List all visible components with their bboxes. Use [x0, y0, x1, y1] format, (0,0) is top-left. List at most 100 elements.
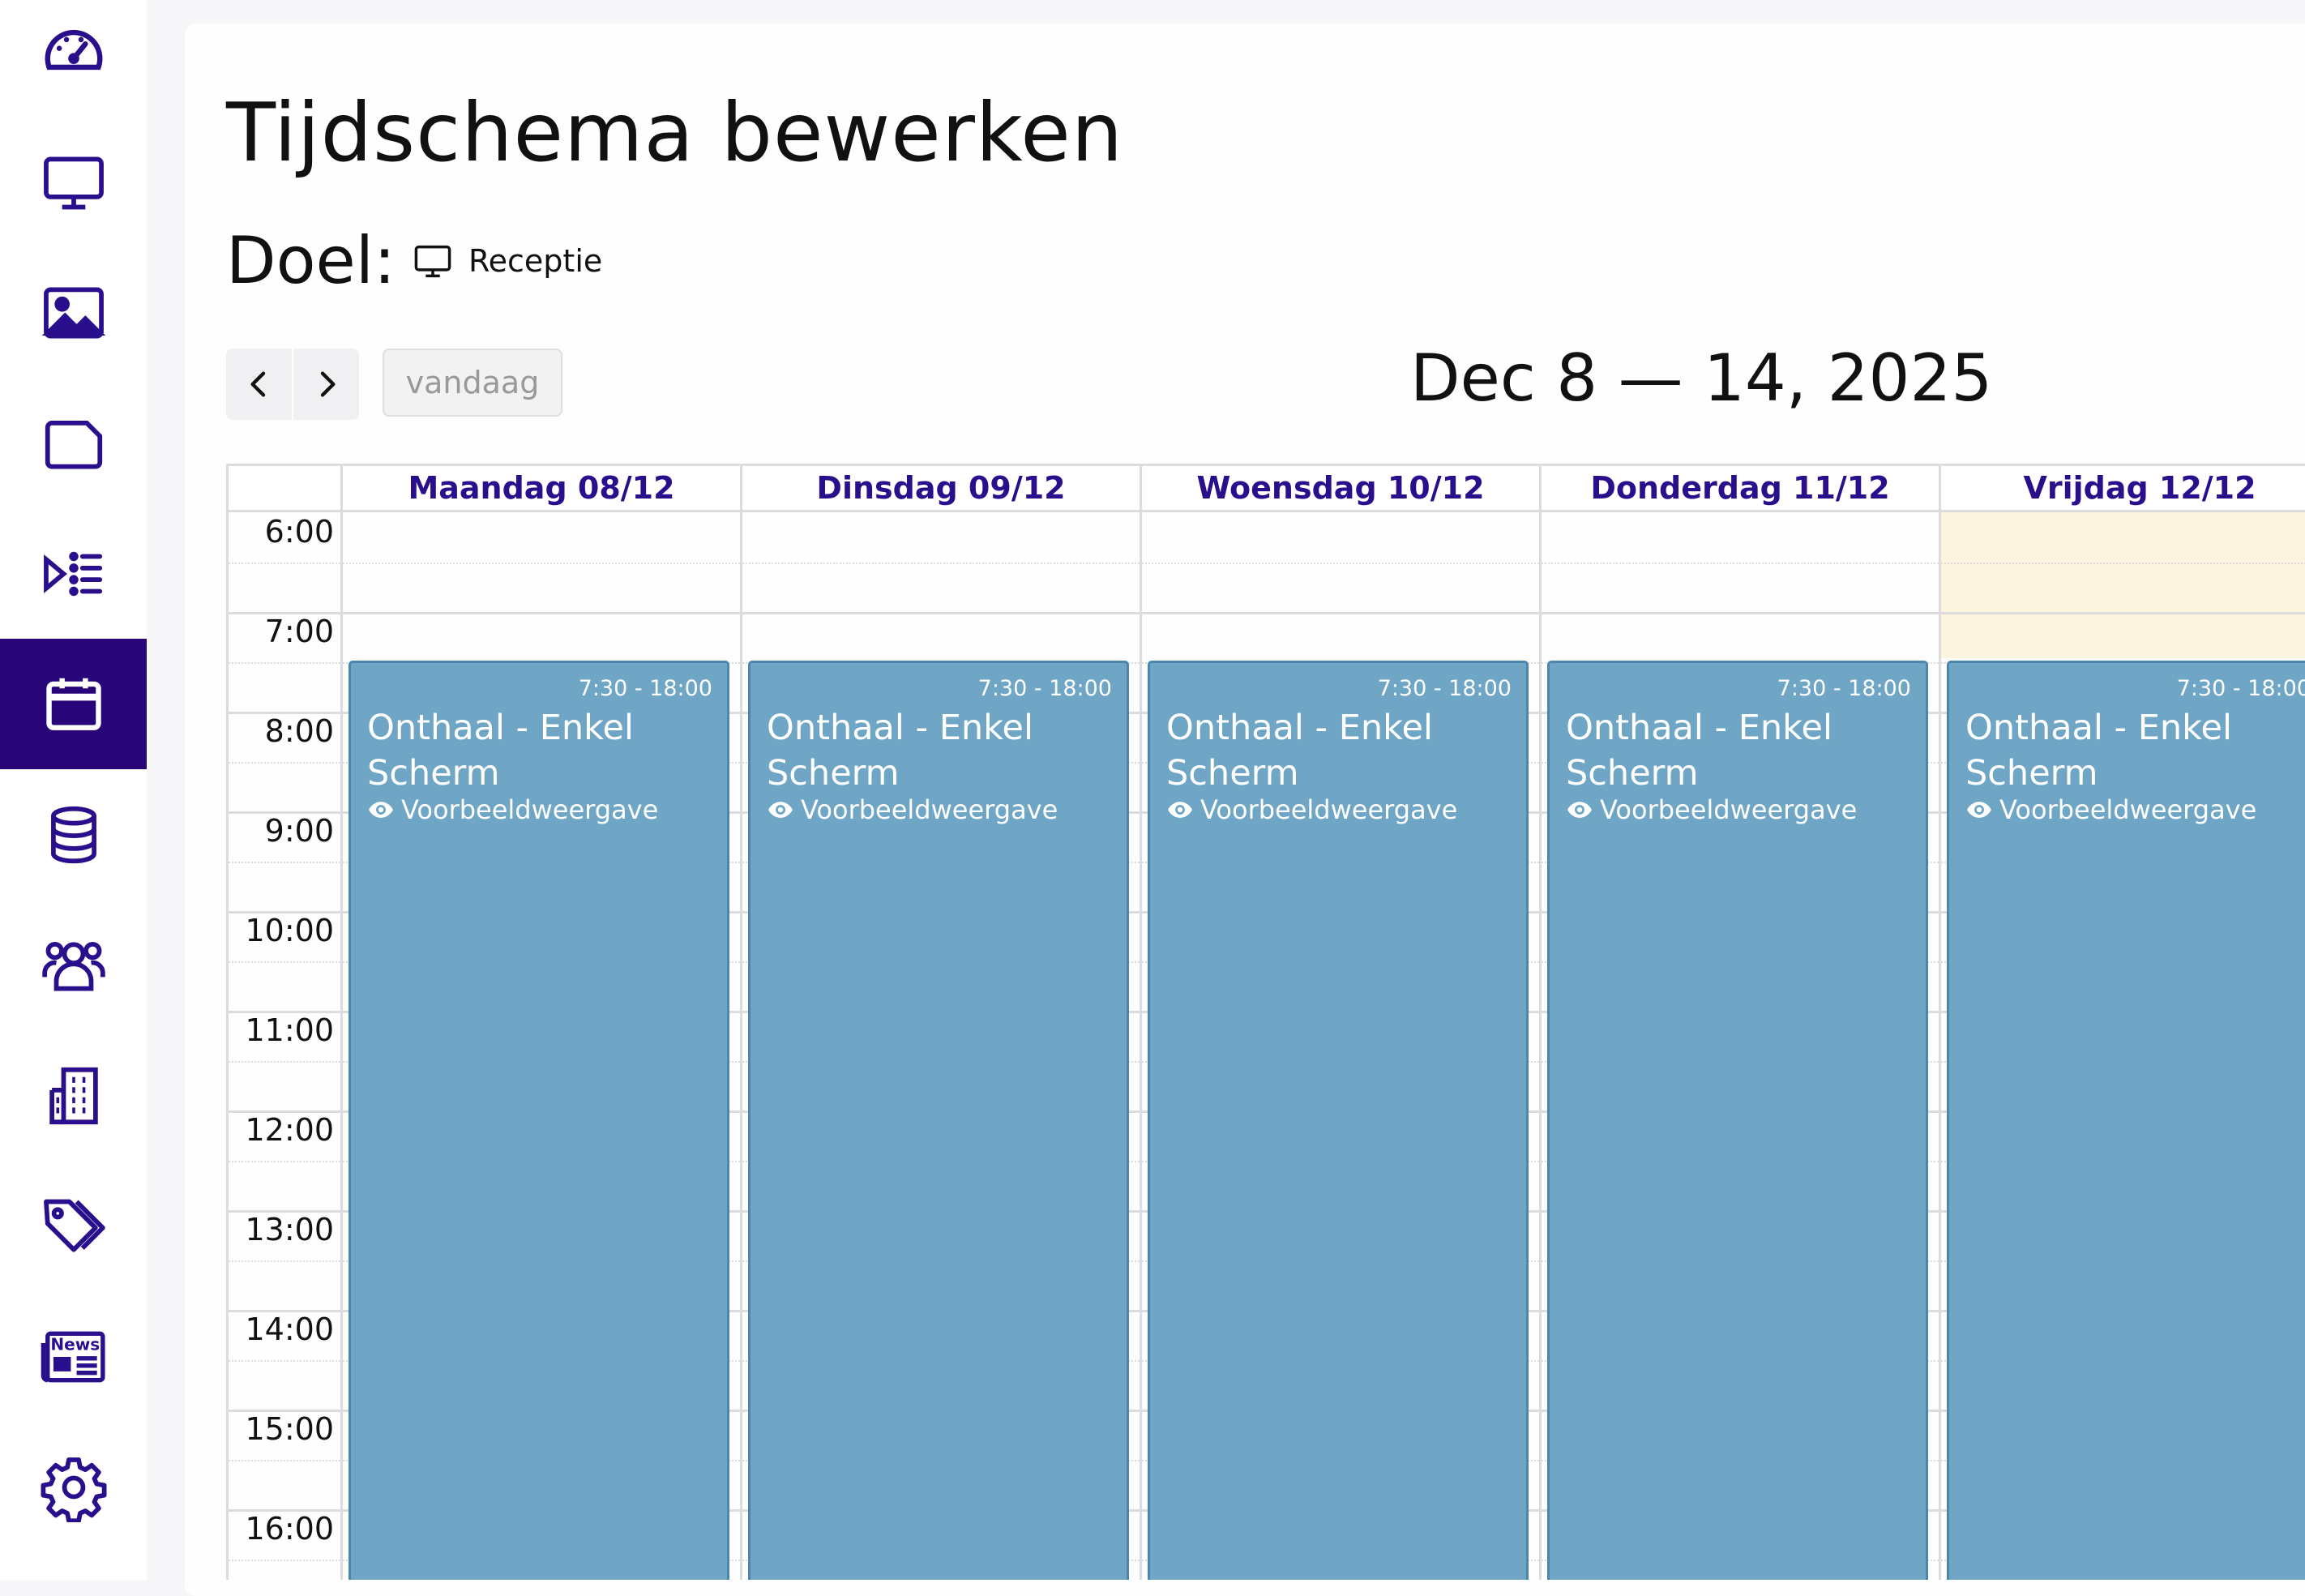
svg-text:News: News: [50, 1334, 100, 1354]
target-label: Doel:: [226, 223, 396, 298]
schedule-event[interactable]: 7:30 - 18:00 Onthaal - Enkel Scherm Voor…: [1547, 661, 1928, 1580]
half-hour-gridline: [229, 1359, 340, 1362]
nav-dashboard[interactable]: [0, 0, 147, 118]
event-preview-link[interactable]: Voorbeeldweergave: [367, 794, 658, 825]
half-hour-gridline: [229, 761, 340, 764]
half-hour-gridline: [229, 1260, 340, 1262]
day-column-friday[interactable]: Vrijdag 12/12 7:30 - 18:00 Onthaal - Enk…: [1939, 464, 2305, 1580]
event-time: 7:30 - 18:00: [2176, 676, 2305, 701]
date-range-title: Dec 8 — 14, 2025: [1410, 340, 1993, 416]
schedule-event[interactable]: 7:30 - 18:00 Onthaal - Enkel Scherm Voor…: [1148, 661, 1529, 1580]
nav-news[interactable]: News: [0, 1291, 147, 1422]
today-highlight: [1941, 512, 2305, 658]
playlist-icon: [43, 551, 102, 596]
nav-folders[interactable]: [0, 378, 147, 508]
schedule-event[interactable]: 7:30 - 18:00 Onthaal - Enkel Scherm Voor…: [349, 661, 729, 1580]
nav-locations[interactable]: [0, 1030, 147, 1161]
time-slot-label: 8:00: [264, 713, 334, 749]
time-slot-label: 9:00: [264, 813, 334, 849]
day-column-tuesday[interactable]: Dinsdag 09/12 7:30 - 18:00 Onthaal - Enk…: [740, 464, 1140, 1580]
page-title: Tijdschema bewerken: [226, 85, 1124, 180]
day-header[interactable]: Dinsdag 09/12: [742, 464, 1140, 512]
time-axis-column: 6:00 7:00 8:00 9:00 10:00 11:00 12:00 13:00 14:0…: [226, 464, 340, 1580]
time-slot-label: 10:00: [245, 913, 334, 948]
event-preview-label: Voorbeeldweergave: [1600, 794, 1858, 825]
monitor-icon: [43, 156, 104, 209]
event-preview-link[interactable]: Voorbeeldweergave: [1166, 794, 1457, 825]
event-title: Onthaal - Enkel Scherm: [367, 708, 634, 794]
half-hour-gridline: [229, 661, 340, 664]
event-preview-label: Voorbeeldweergave: [1999, 794, 2257, 825]
event-time: 7:30 - 18:00: [1377, 676, 1512, 701]
half-hour-gridline: [1142, 562, 1539, 564]
time-slot-label: 16:00: [245, 1511, 334, 1547]
half-hour-gridline: [229, 1160, 340, 1162]
day-header[interactable]: Vrijdag 12/12: [1941, 464, 2305, 512]
target-name: Receptie: [468, 242, 603, 279]
prev-week-button[interactable]: [226, 349, 292, 420]
day-column-monday[interactable]: Maandag 08/12 7:30 - 18:00 Onthaal - Enk…: [340, 464, 740, 1580]
monitor-icon: [414, 245, 451, 277]
time-slot-label: 6:00: [264, 514, 334, 550]
time-axis-header: [229, 464, 340, 512]
event-time: 7:30 - 18:00: [1777, 676, 1911, 701]
event-preview-link[interactable]: Voorbeeldweergave: [767, 794, 1058, 825]
hour-gridline: [343, 612, 740, 614]
event-title: Onthaal - Enkel Scherm: [1965, 708, 2232, 794]
nav-users[interactable]: [0, 900, 147, 1030]
folder-icon: [45, 420, 102, 469]
half-hour-gridline: [229, 1459, 340, 1461]
event-preview-link[interactable]: Voorbeeldweergave: [1965, 794, 2256, 825]
event-preview-link[interactable]: Voorbeeldweergave: [1566, 794, 1857, 825]
news-icon: News: [41, 1331, 105, 1382]
half-hour-gridline: [229, 961, 340, 963]
day-column-thursday[interactable]: Donderdag 11/12 7:30 - 18:00 Onthaal - E…: [1539, 464, 1939, 1580]
half-hour-gridline: [229, 861, 340, 863]
hour-gridline: [1142, 612, 1539, 614]
dashboard-gauge-icon: [45, 29, 102, 70]
target-row: Doel: Receptie: [226, 223, 602, 298]
time-slot-label: 11:00: [245, 1012, 334, 1048]
next-week-button[interactable]: [292, 349, 359, 420]
schedule-event[interactable]: 7:30 - 18:00 Onthaal - Enkel Scherm Voor…: [1947, 661, 2305, 1580]
nav-settings[interactable]: [0, 1422, 147, 1552]
time-slot-label: 14:00: [245, 1311, 334, 1347]
event-title: Onthaal - Enkel Scherm: [1166, 708, 1433, 794]
time-slot-label: 7:00: [264, 614, 334, 649]
nav-schedule[interactable]: [0, 639, 147, 769]
gear-icon: [41, 1457, 106, 1522]
nav-media[interactable]: [0, 247, 147, 378]
eye-icon: [768, 802, 793, 818]
half-hour-gridline: [229, 562, 340, 564]
today-button[interactable]: vandaag: [383, 349, 562, 417]
time-slot-label: 15:00: [245, 1411, 334, 1447]
sidebar: News: [0, 0, 147, 1580]
half-hour-gridline: [742, 562, 1140, 564]
eye-icon: [1168, 802, 1192, 818]
week-navigation: [226, 349, 359, 420]
day-header[interactable]: Maandag 08/12: [343, 464, 740, 512]
half-hour-gridline: [229, 1559, 340, 1561]
day-header[interactable]: Donderdag 11/12: [1542, 464, 1939, 512]
week-calendar: 6:00 7:00 8:00 9:00 10:00 11:00 12:00 13:00 14:0…: [226, 464, 2305, 1580]
image-icon: [41, 286, 105, 339]
nav-screens[interactable]: [0, 117, 147, 247]
building-icon: [49, 1067, 98, 1124]
half-hour-gridline: [1542, 562, 1939, 564]
calendar-icon: [45, 678, 101, 730]
eye-icon: [369, 802, 393, 818]
nav-tags[interactable]: [0, 1161, 147, 1291]
eye-icon: [1967, 802, 1991, 818]
event-time: 7:30 - 18:00: [977, 676, 1112, 701]
day-header[interactable]: Woensdag 10/12: [1142, 464, 1539, 512]
tags-icon: [43, 1199, 105, 1252]
schedule-event[interactable]: 7:30 - 18:00 Onthaal - Enkel Scherm Voor…: [748, 661, 1129, 1580]
hour-gridline: [1542, 612, 1939, 614]
nav-data[interactable]: [0, 769, 147, 900]
eye-icon: [1567, 802, 1592, 818]
hour-gridline: [742, 612, 1140, 614]
nav-playlists[interactable]: [0, 508, 147, 639]
event-preview-label: Voorbeeldweergave: [401, 794, 659, 825]
day-column-wednesday[interactable]: Woensdag 10/12 7:30 - 18:00 Onthaal - En…: [1140, 464, 1539, 1580]
chevron-left-icon: [250, 371, 265, 397]
